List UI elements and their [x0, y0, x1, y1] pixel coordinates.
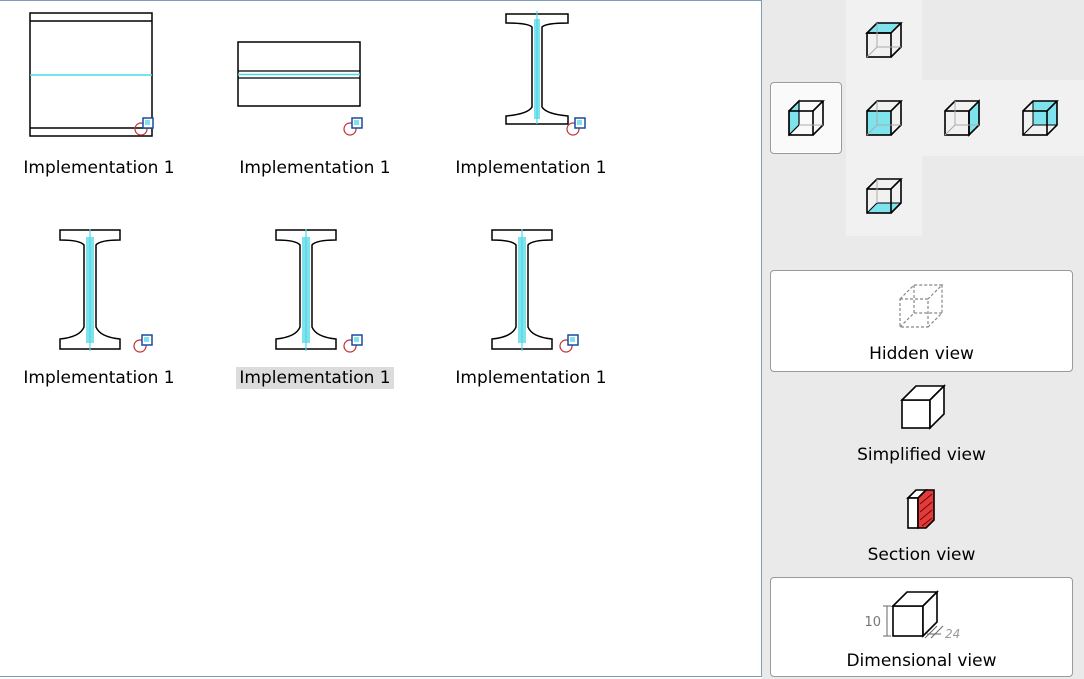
- gallery-item-label: Implementation 1: [23, 158, 175, 178]
- section-cube-icon: [905, 489, 935, 529]
- view-options-panel: Hidden view Simplified view Section view…: [762, 0, 1084, 679]
- gallery-item-3[interactable]: Implementation 1: [442, 11, 632, 201]
- dimensional-cube-icon: 10 24: [864, 590, 960, 640]
- cube-top-face-icon: [865, 22, 903, 58]
- top-view-button[interactable]: [848, 4, 920, 76]
- dimensional-view-label: Dimensional view: [846, 651, 997, 671]
- hidden-view-button[interactable]: Hidden view: [770, 270, 1073, 372]
- cube-left-face-icon: [788, 99, 825, 137]
- box-profile-icon: [237, 41, 363, 136]
- cube-right-face-icon: [944, 99, 980, 137]
- right-view-button[interactable]: [926, 82, 998, 154]
- cube-front-face-icon: [866, 100, 903, 136]
- bottom-view-button[interactable]: [848, 160, 920, 232]
- hidden-view-label: Hidden view: [869, 344, 974, 364]
- dim-depth-label: 24: [945, 627, 960, 640]
- i-beam-profile-icon: [491, 229, 579, 353]
- gallery-item-6[interactable]: Implementation 1: [442, 229, 632, 419]
- simplified-view-button[interactable]: Simplified view: [770, 378, 1073, 474]
- i-beam-profile-icon: [59, 229, 153, 353]
- front-view-button[interactable]: [848, 82, 920, 154]
- gallery-item-label: Implementation 1: [455, 368, 607, 388]
- i-beam-profile-icon: [275, 229, 363, 353]
- section-view-button[interactable]: Section view: [770, 478, 1073, 574]
- gallery-item-label: Implementation 1: [455, 158, 607, 178]
- hidden-cube-icon: [898, 284, 943, 328]
- gallery-item-label: Implementation 1: [236, 367, 394, 389]
- implementation-gallery: Implementation 1 Implementation 1 Implem…: [0, 0, 762, 677]
- left-view-button[interactable]: [770, 82, 842, 154]
- box-profile-icon: [29, 12, 154, 137]
- gallery-item-1[interactable]: Implementation 1: [10, 11, 200, 201]
- gallery-item-2[interactable]: Implementation 1: [226, 11, 416, 201]
- section-view-label: Section view: [867, 545, 976, 565]
- gallery-item-label: Implementation 1: [239, 158, 391, 178]
- simplified-view-label: Simplified view: [857, 445, 986, 465]
- gallery-item-4[interactable]: Implementation 1: [10, 229, 200, 419]
- cube-bottom-face-icon: [866, 178, 903, 214]
- gallery-item-label: Implementation 1: [23, 368, 175, 388]
- gallery-item-5[interactable]: Implementation 1: [226, 229, 416, 419]
- dim-height-label: 10: [864, 615, 881, 630]
- dimensional-view-button[interactable]: 10 24 Dimensional view: [770, 577, 1073, 677]
- i-beam-profile-icon: [505, 11, 586, 136]
- back-view-button[interactable]: [1004, 82, 1076, 154]
- cube-back-face-icon: [1022, 100, 1059, 136]
- simplified-cube-icon: [899, 384, 946, 430]
